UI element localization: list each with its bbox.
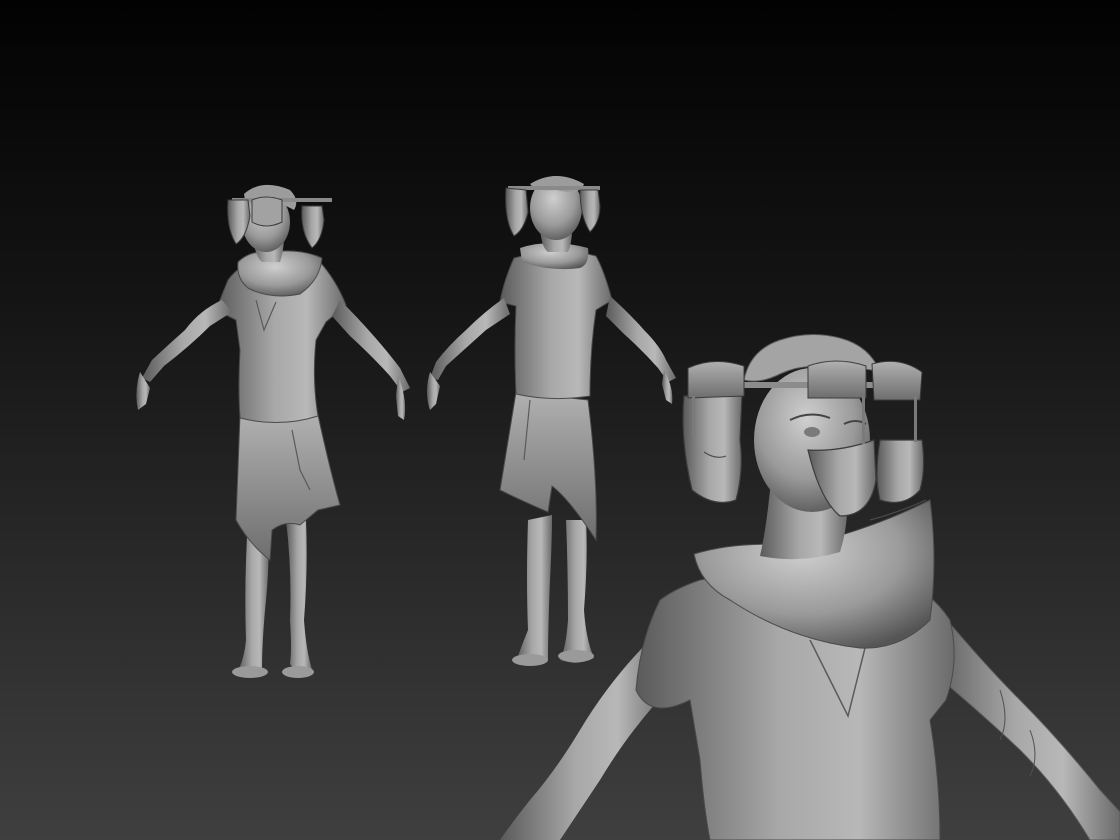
sculpt-render — [0, 0, 1120, 840]
render-viewport — [0, 0, 1120, 840]
